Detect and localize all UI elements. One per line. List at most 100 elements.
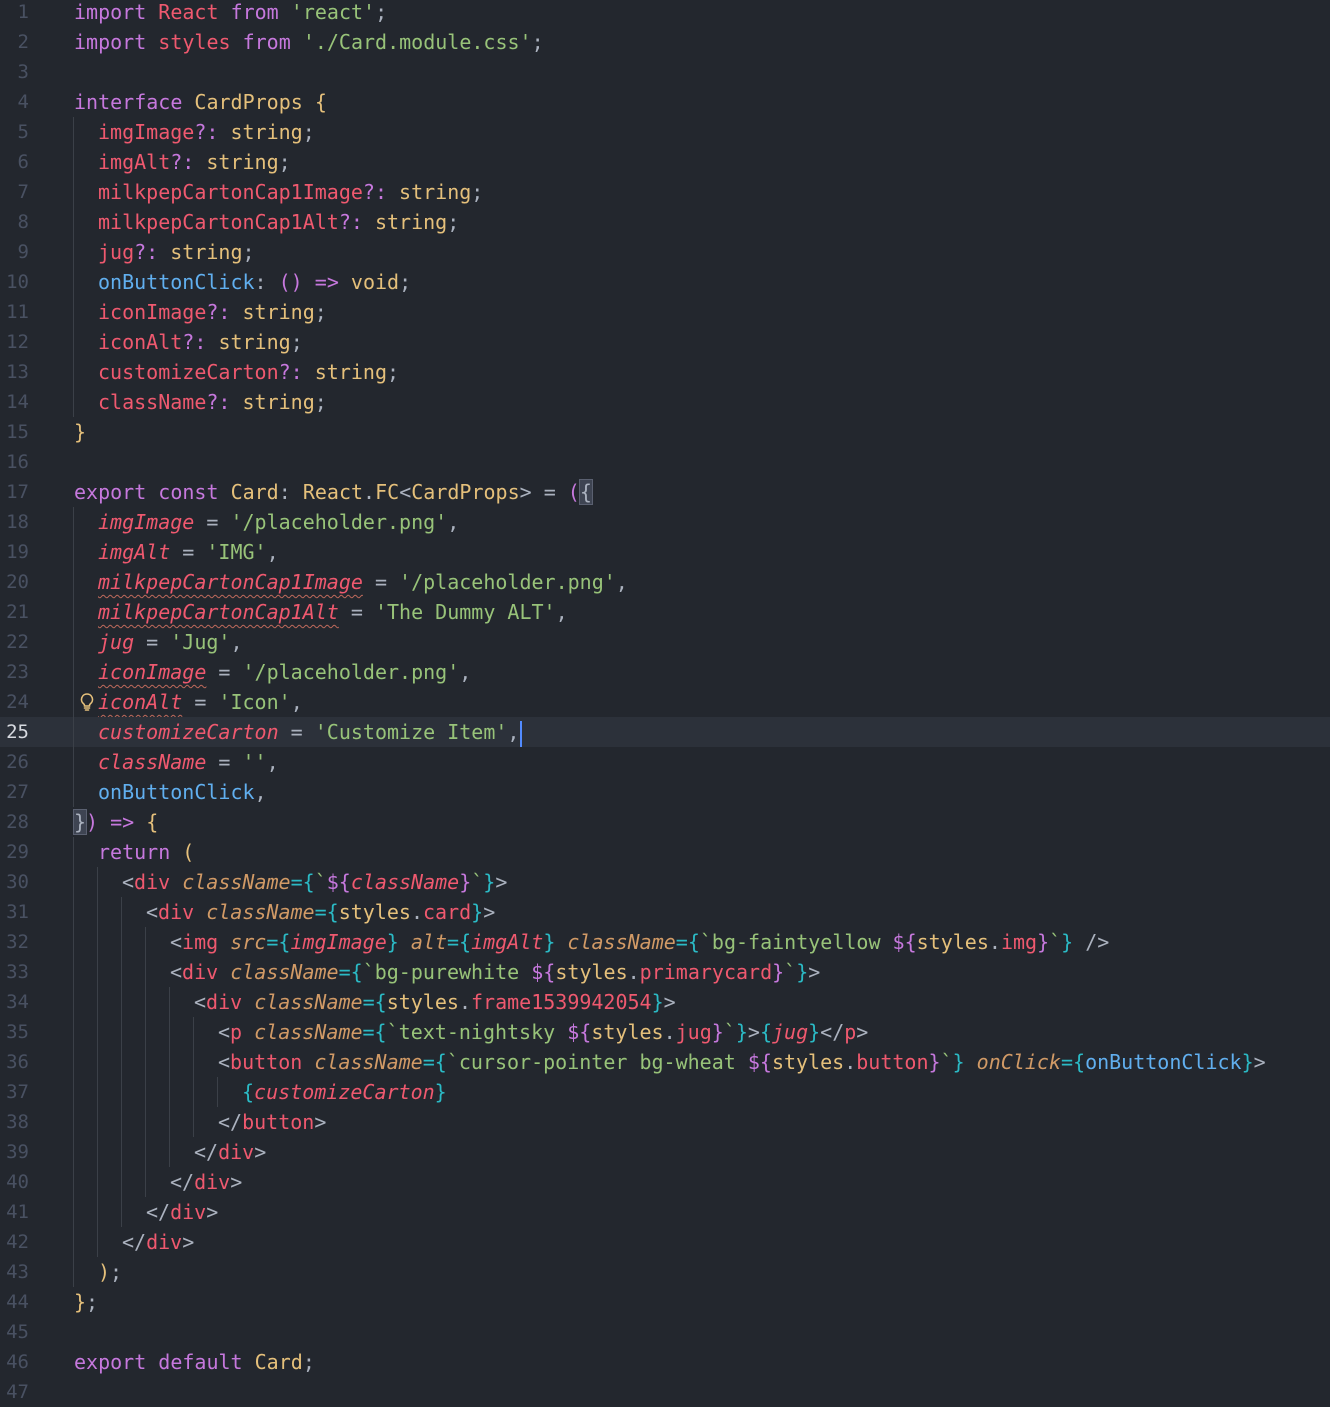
code-line[interactable]: 41 </div> [0,1197,1330,1227]
code-line[interactable]: 47 [0,1377,1330,1407]
code-token: ` [1049,930,1062,954]
code-line[interactable]: 3 [0,57,1330,87]
code-line[interactable]: 23 iconImage = '/placeholder.png', [0,657,1330,687]
code-line[interactable]: 37 {customizeCarton} [0,1077,1330,1107]
code-line[interactable]: 7 milkpepCartonCap1Image?: string; [0,177,1330,207]
code-line[interactable]: 42 </div> [0,1227,1330,1257]
line-number: 21 [6,601,29,623]
code-token: className [206,900,315,924]
code-token: { [759,1020,772,1044]
code-line[interactable]: 22 jug = 'Jug', [0,627,1330,657]
code-line[interactable]: 18 imgImage = '/placeholder.png', [0,507,1330,537]
code-line[interactable]: 17 export const Card: React.FC<CardProps>… [0,477,1330,507]
code-line[interactable]: 26 className = '', [0,747,1330,777]
code-token: ${ [531,960,556,984]
code-line[interactable]: 12 iconAlt?: string; [0,327,1330,357]
code-text: export default Card; [74,1347,315,1377]
indent-guide [145,927,146,957]
code-line[interactable]: 8 milkpepCartonCap1Alt?: string; [0,207,1330,237]
code-line[interactable]: 24 iconAlt = 'Icon', [0,687,1330,717]
code-token: , [230,630,243,654]
code-line[interactable]: 44}; [0,1287,1330,1317]
code-token: ?: [278,360,303,384]
code-text: iconAlt = 'Icon', [98,687,303,717]
code-token: : [254,270,267,294]
code-token: imgAlt [471,930,544,954]
code-token: Card [230,480,279,504]
code-line[interactable]: 14 className?: string; [0,387,1330,417]
code-text: imgAlt = 'IMG', [98,537,279,567]
code-token: > [747,1020,760,1044]
code-token: } [651,990,664,1014]
indent-guide [121,957,122,987]
code-line[interactable]: 9 jug?: string; [0,237,1330,267]
code-token: card [422,900,472,924]
code-line[interactable]: 35 <p className={`text-nightsky ${styles.… [0,1017,1330,1047]
code-line[interactable]: 11 iconImage?: string; [0,297,1330,327]
code-token: ; [302,120,315,144]
code-editor[interactable]: 1 import React from 'react'; 2 import style… [0,0,1330,1403]
code-token: > [182,1230,195,1254]
code-line[interactable]: 33 <div className={`bg-purewhite ${styles… [0,957,1330,987]
code-line[interactable]: 6 imgAlt?: string; [0,147,1330,177]
code-line[interactable]: 10 onButtonClick: () => void; [0,267,1330,297]
code-line[interactable]: 45 [0,1317,1330,1347]
code-text: className?: string; [98,387,327,417]
indent-guide [73,987,74,1017]
code-line[interactable]: 43); [0,1257,1330,1287]
indent-guide [121,1107,122,1137]
code-line[interactable]: 46 export default Card; [0,1347,1330,1377]
lightbulb-icon[interactable] [76,691,98,713]
code-line[interactable]: 31 <div className={styles.card}> [0,897,1330,927]
code-token: jug [771,1020,809,1044]
code-line[interactable]: 21 milkpepCartonCap1Alt = 'The Dummy ALT'… [0,597,1330,627]
code-line[interactable]: 25 customizeCarton = 'Customize Item', [0,717,1330,747]
code-line[interactable]: 1 import React from 'react'; [0,0,1330,27]
code-token: onButtonClick [98,270,255,294]
code-line[interactable]: 27 onButtonClick, [0,777,1330,807]
code-token: } [796,960,809,984]
code-line[interactable]: 2 import styles from './Card.module.css'; [0,27,1330,57]
code-line[interactable]: 5 imgImage?: string; [0,117,1330,147]
code-token: className [98,390,207,414]
code-line[interactable]: 39 </div> [0,1137,1330,1167]
code-line[interactable]: 30 <div className={`${className}`}> [0,867,1330,897]
indent-guide [193,1077,194,1107]
code-token: React [302,480,364,504]
code-line[interactable]: 36 <button className={`cursor-pointer bg-… [0,1047,1330,1077]
code-line[interactable]: 16 [0,447,1330,477]
code-token: 'Icon' [218,690,291,714]
code-token: > [206,1200,219,1224]
code-token: customizeCarton [98,720,279,744]
code-token: , [447,510,460,534]
code-token: onButtonClick [98,780,255,804]
code-line[interactable]: 19 imgAlt = 'IMG', [0,537,1330,567]
code-text: iconAlt?: string; [98,327,303,357]
code-token: interface [74,90,183,114]
code-token: iconAlt [98,690,183,714]
code-line[interactable]: 32 <img src={imgImage} alt={imgAlt} class… [0,927,1330,957]
indent-guide [73,1017,74,1047]
code-line[interactable]: 29 return ( [0,837,1330,867]
code-token: < [218,1050,231,1074]
code-line[interactable]: 13 customizeCarton?: string; [0,357,1330,387]
code-text: onButtonClick, [98,777,267,807]
code-line[interactable]: 40 </div> [0,1167,1330,1197]
code-line[interactable]: 38 </button> [0,1107,1330,1137]
code-line[interactable]: 15} [0,417,1330,447]
indent-guide [145,1017,146,1047]
indent-guide [73,1107,74,1137]
indent-guide [193,1017,194,1047]
code-line[interactable]: 4 interface CardProps { [0,87,1330,117]
code-line[interactable]: 34 <div className={styles.frame1539942054… [0,987,1330,1017]
code-line[interactable]: 28}) => { [0,807,1330,837]
code-line[interactable]: 20 milkpepCartonCap1Image = '/placeholder… [0,567,1330,597]
code-token: iconImage [98,660,207,684]
code-token: ; [471,180,484,204]
line-number: 35 [6,1021,29,1043]
